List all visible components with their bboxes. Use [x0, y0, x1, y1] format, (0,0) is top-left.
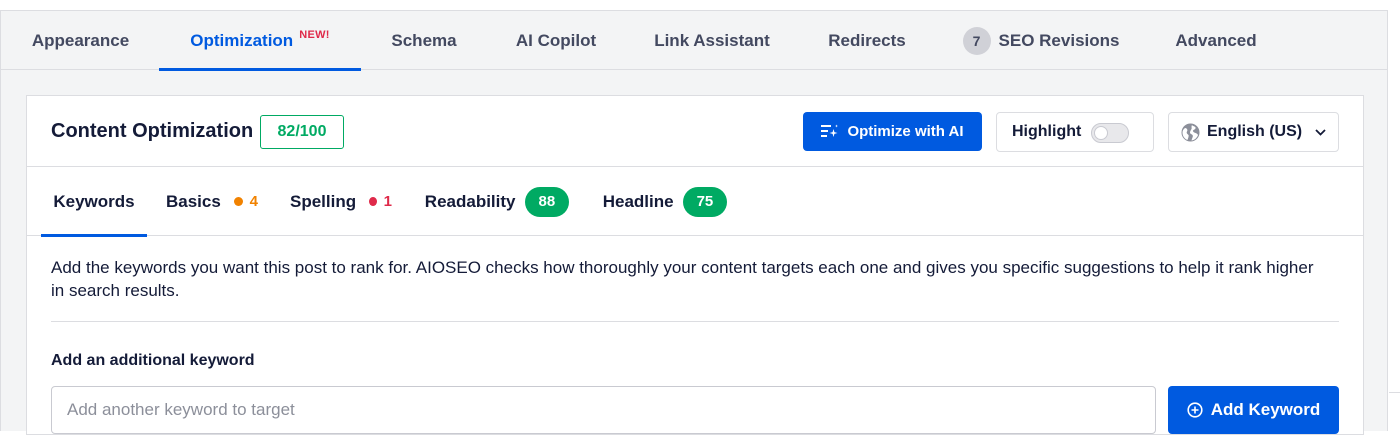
scrollbar-divider: [1389, 392, 1400, 393]
tab-label: Link Assistant: [654, 30, 770, 50]
language-select[interactable]: English (US): [1168, 112, 1339, 152]
highlight-control: Highlight: [996, 112, 1154, 152]
tab-optimization[interactable]: Optimization NEW!: [159, 11, 361, 71]
tab-label: Schema: [391, 30, 457, 50]
add-keyword-label: Add Keyword: [1210, 400, 1321, 419]
sub-tab-label: Basics: [166, 191, 221, 211]
scrollbar[interactable]: [1389, 10, 1400, 431]
chevron-down-icon: [1315, 128, 1326, 136]
card-header: Content Optimization 82/100 Optimize wit…: [27, 96, 1363, 167]
highlight-label: Highlight: [1012, 123, 1082, 140]
tab-seo-revisions[interactable]: 7 SEO Revisions: [935, 11, 1147, 70]
tab-link-assistant[interactable]: Link Assistant: [625, 11, 799, 70]
optimize-with-ai-button[interactable]: Optimize with AI: [803, 112, 982, 151]
tab-label: Appearance: [31, 30, 130, 50]
tab-schema[interactable]: Schema: [361, 11, 487, 70]
tab-appearance[interactable]: Appearance: [1, 11, 160, 70]
add-keyword-button[interactable]: Add Keyword: [1168, 386, 1339, 434]
sub-tab-spelling[interactable]: Spelling 1: [290, 167, 392, 236]
toggle-knob: [1094, 126, 1108, 140]
error-dot-icon: [369, 197, 377, 206]
sub-tab-label: Keywords: [53, 191, 135, 211]
tab-label: Advanced: [1175, 30, 1257, 50]
tab-label: Optimization: [190, 30, 294, 50]
settings-panel: Appearance Optimization NEW! Schema AI C…: [0, 10, 1388, 435]
page-title: Content Optimization: [51, 120, 254, 142]
tab-ai-copilot[interactable]: AI Copilot: [487, 11, 625, 70]
sub-tab-readability[interactable]: Readability 88: [424, 167, 570, 236]
warning-dot-icon: [233, 197, 243, 206]
tab-advanced[interactable]: Advanced: [1147, 11, 1285, 70]
sub-tab-basics[interactable]: Basics 4: [166, 167, 258, 236]
sub-tab-label: Spelling: [290, 191, 357, 211]
sub-tab-headline[interactable]: Headline 75: [602, 167, 728, 236]
tab-label: Redirects: [828, 30, 906, 50]
additional-keyword-label: Add an additional keyword: [51, 352, 255, 369]
globe-icon: [1181, 123, 1200, 142]
ai-sparkle-list-icon: [821, 124, 839, 139]
revisions-count-badge: 7: [962, 26, 991, 55]
plus-circle-icon: [1187, 402, 1203, 418]
new-badge: NEW!: [299, 28, 330, 41]
basics-issue-count: 4: [249, 193, 258, 210]
tab-label: AI Copilot: [515, 30, 597, 50]
highlight-toggle[interactable]: [1091, 123, 1129, 143]
optimize-label: Optimize with AI: [847, 123, 964, 140]
tab-redirects[interactable]: Redirects: [799, 11, 935, 70]
headline-score-badge: 75: [682, 186, 728, 217]
tab-label: SEO Revisions: [998, 30, 1120, 50]
sub-tab-label: Headline: [602, 191, 674, 211]
sub-tab-keywords[interactable]: Keywords: [41, 167, 147, 237]
score-badge: 82/100: [260, 115, 344, 149]
readability-score-badge: 88: [524, 186, 570, 217]
spelling-issue-count: 1: [383, 193, 392, 210]
keyword-input[interactable]: [51, 386, 1156, 434]
top-tab-bar: Appearance Optimization NEW! Schema AI C…: [1, 11, 1387, 71]
divider: [51, 321, 1339, 322]
optimization-sub-tabs: Keywords Basics 4 Spelling 1 Readability…: [27, 167, 1363, 237]
content-optimization-card: Content Optimization 82/100 Optimize wit…: [26, 95, 1364, 435]
keywords-description: Add the keywords you want this post to r…: [51, 258, 1314, 300]
sub-tab-label: Readability: [424, 191, 516, 211]
language-label: English (US): [1207, 123, 1303, 140]
